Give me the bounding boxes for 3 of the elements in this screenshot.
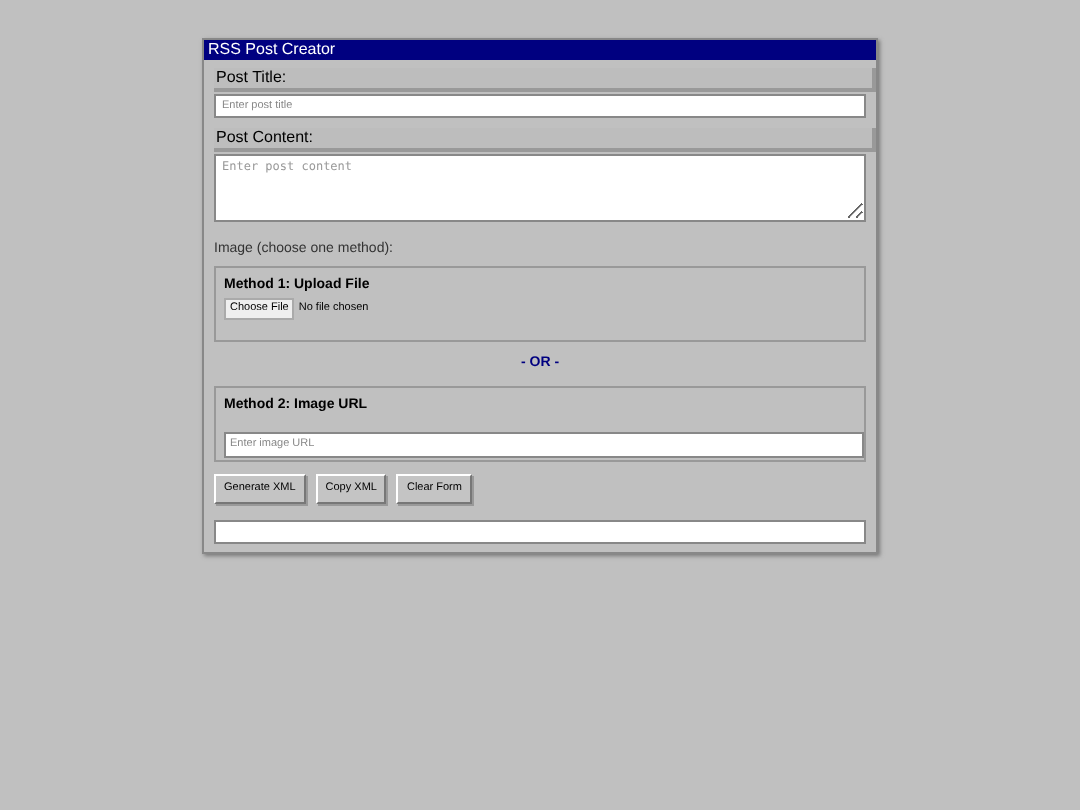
field-label: Post Content: <box>214 128 876 152</box>
field-label: Post Title: <box>214 68 876 92</box>
window-title: RSS Post Creator <box>204 40 876 60</box>
